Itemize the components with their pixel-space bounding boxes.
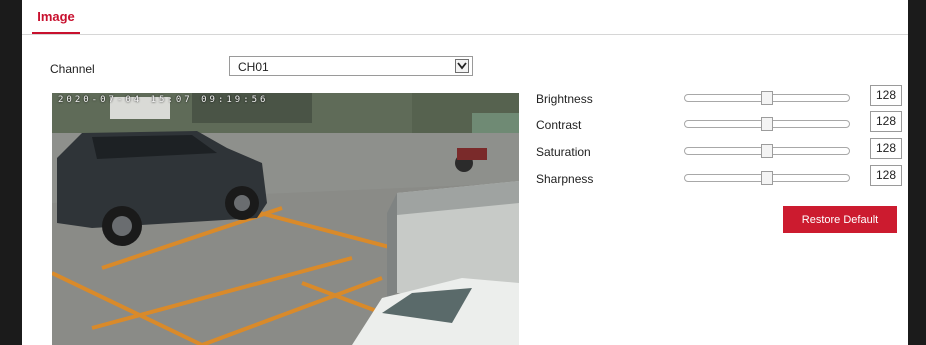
tab-strip: Image (22, 6, 908, 35)
sharpness-label: Sharpness (536, 172, 594, 186)
sharpness-value[interactable]: 128 (870, 165, 902, 186)
slider-row-saturation: Saturation 128 (536, 138, 902, 164)
saturation-slider-handle[interactable] (761, 144, 773, 158)
tab-image[interactable]: Image (32, 6, 80, 34)
brightness-slider[interactable] (684, 91, 850, 105)
contrast-label: Contrast (536, 118, 582, 132)
brightness-value[interactable]: 128 (870, 85, 902, 106)
channel-select[interactable]: CH01 (229, 56, 473, 76)
slider-row-contrast: Contrast 128 (536, 111, 902, 137)
osd-timestamp: 2020-07-04 15:07 09:19:56 (58, 95, 269, 105)
brightness-label: Brightness (536, 92, 593, 106)
slider-row-brightness: Brightness 128 (536, 85, 902, 111)
restore-default-button[interactable]: Restore Default (783, 206, 897, 233)
contrast-value[interactable]: 128 (870, 111, 902, 132)
channel-value: CH01 (238, 60, 269, 74)
image-settings-panel: Image Channel CH01 2020-07-04 15:07 09:1… (22, 0, 908, 345)
sharpness-slider-handle[interactable] (761, 171, 773, 185)
brightness-slider-handle[interactable] (761, 91, 773, 105)
saturation-value[interactable]: 128 (870, 138, 902, 159)
camera-preview: 2020-07-04 15:07 09:19:56 (52, 93, 519, 345)
contrast-slider-handle[interactable] (761, 117, 773, 131)
sharpness-slider[interactable] (684, 171, 850, 185)
parking-lot-scene (52, 93, 519, 345)
saturation-label: Saturation (536, 145, 591, 159)
slider-row-sharpness: Sharpness 128 (536, 165, 902, 191)
saturation-slider[interactable] (684, 144, 850, 158)
chevron-down-icon[interactable] (455, 59, 469, 73)
channel-label: Channel (50, 62, 95, 76)
contrast-slider[interactable] (684, 117, 850, 131)
